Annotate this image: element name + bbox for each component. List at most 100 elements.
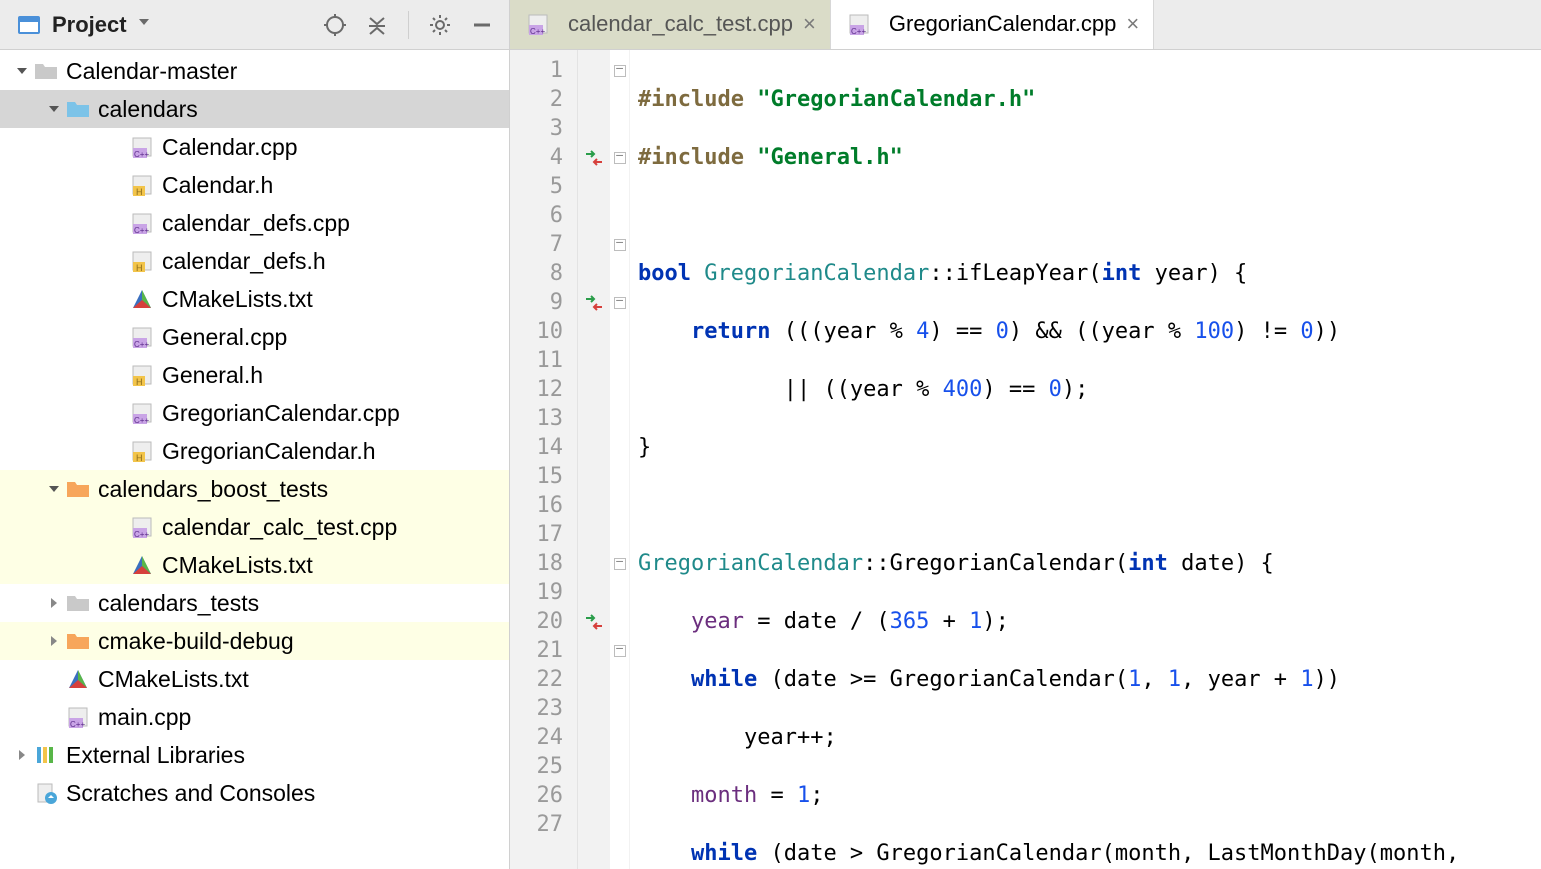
close-icon[interactable]: × (803, 11, 816, 37)
fold-marker[interactable] (610, 230, 629, 259)
line-number[interactable]: 15 (510, 462, 577, 491)
line-number[interactable]: 9 (510, 288, 577, 317)
tree-item-boost-tests[interactable]: calendars_boost_tests (0, 470, 509, 508)
tree-item-label: CMakeLists.txt (162, 546, 313, 584)
svg-text:C++: C++ (70, 720, 85, 728)
tree-item-file[interactable]: HGeneral.h (0, 356, 509, 394)
tab-calendar-calc-test[interactable]: C++ calendar_calc_test.cpp × (510, 0, 831, 49)
line-number[interactable]: 22 (510, 665, 577, 694)
vcs-gutter[interactable] (578, 50, 610, 869)
folder-icon (64, 475, 92, 503)
line-number[interactable]: 26 (510, 781, 577, 810)
tree-item-calendars[interactable]: calendars (0, 90, 509, 128)
tree-item-file[interactable]: HGregorianCalendar.h (0, 432, 509, 470)
line-number[interactable]: 21 (510, 636, 577, 665)
tree-item-label: calendar_defs.h (162, 242, 326, 280)
tree-item-file[interactable]: C++calendar_calc_test.cpp (0, 508, 509, 546)
line-number[interactable]: 11 (510, 346, 577, 375)
cmake-file-icon (64, 665, 92, 693)
line-number[interactable]: 5 (510, 172, 577, 201)
chevron-down-icon[interactable] (44, 482, 64, 496)
cpp-file-icon: C++ (128, 323, 156, 351)
tree-item-file[interactable]: C++GregorianCalendar.cpp (0, 394, 509, 432)
tree-item-label: calendars_tests (98, 584, 259, 622)
code-text[interactable]: #include "GregorianCalendar.h" #include … (630, 50, 1541, 869)
tree-item-file[interactable]: CMakeLists.txt (0, 660, 509, 698)
tree-item-file[interactable]: C++calendar_defs.cpp (0, 204, 509, 242)
cpp-file-icon: C++ (845, 10, 873, 38)
project-dropdown-icon[interactable] (137, 15, 151, 34)
line-number-gutter[interactable]: 1 2 3 4 5 6 7 8 9 10 11 12 13 14 15 16 1… (510, 50, 578, 869)
line-number[interactable]: 24 (510, 723, 577, 752)
collapse-all-icon[interactable] (360, 8, 394, 42)
fold-marker[interactable] (610, 549, 629, 578)
line-number[interactable]: 12 (510, 375, 577, 404)
line-number[interactable]: 18 (510, 549, 577, 578)
line-number[interactable]: 19 (510, 578, 577, 607)
tab-gregorian-calendar[interactable]: C++ GregorianCalendar.cpp × (831, 0, 1154, 49)
tree-item-external-libraries[interactable]: External Libraries (0, 736, 509, 774)
cpp-file-icon: C++ (524, 10, 552, 38)
cpp-file-icon: C++ (128, 513, 156, 541)
line-number[interactable]: 8 (510, 259, 577, 288)
chevron-right-icon[interactable] (44, 634, 64, 648)
line-number[interactable]: 25 (510, 752, 577, 781)
fold-marker[interactable] (610, 56, 629, 85)
tree-item-file[interactable]: HCalendar.h (0, 166, 509, 204)
fold-marker[interactable] (610, 288, 629, 317)
editor-tabs: C++ calendar_calc_test.cpp × C++ Gregori… (510, 0, 1541, 50)
tree-item-label: calendar_defs.cpp (162, 204, 350, 242)
tree-item-file[interactable]: C++ main.cpp (0, 698, 509, 736)
tree-item-label: cmake-build-debug (98, 622, 294, 660)
tree-item-file[interactable]: Hcalendar_defs.h (0, 242, 509, 280)
chevron-right-icon[interactable] (44, 596, 64, 610)
vcs-change-marker[interactable] (578, 607, 610, 636)
project-tree[interactable]: Calendar-master calendars C++Calendar.cp… (0, 50, 509, 869)
tree-item-file[interactable]: CMakeLists.txt (0, 546, 509, 584)
line-number[interactable]: 7 (510, 230, 577, 259)
fold-gutter[interactable] (610, 50, 630, 869)
tree-item-label: Calendar.h (162, 166, 273, 204)
fold-marker[interactable] (610, 636, 629, 665)
tree-item-cmake-build-debug[interactable]: cmake-build-debug (0, 622, 509, 660)
chevron-down-icon[interactable] (12, 64, 32, 78)
svg-text:H: H (136, 453, 143, 462)
target-icon[interactable] (318, 8, 352, 42)
line-number[interactable]: 17 (510, 520, 577, 549)
fold-marker[interactable] (610, 143, 629, 172)
line-number[interactable]: 6 (510, 201, 577, 230)
line-number[interactable]: 10 (510, 317, 577, 346)
line-number[interactable]: 2 (510, 85, 577, 114)
tree-item-scratches[interactable]: Scratches and Consoles (0, 774, 509, 812)
project-label[interactable]: Project (52, 12, 127, 38)
line-number[interactable]: 13 (510, 404, 577, 433)
line-number[interactable]: 16 (510, 491, 577, 520)
tree-item-root[interactable]: Calendar-master (0, 52, 509, 90)
svg-text:H: H (136, 263, 143, 272)
tree-item-file[interactable]: C++Calendar.cpp (0, 128, 509, 166)
tree-item-label: Calendar-master (66, 52, 237, 90)
line-number[interactable]: 27 (510, 810, 577, 839)
line-number[interactable]: 3 (510, 114, 577, 143)
close-icon[interactable]: × (1126, 11, 1139, 37)
line-number[interactable]: 14 (510, 433, 577, 462)
tree-item-label: calendar_calc_test.cpp (162, 508, 397, 546)
tree-item-file[interactable]: C++General.cpp (0, 318, 509, 356)
tree-item-calendars-tests[interactable]: calendars_tests (0, 584, 509, 622)
tree-item-file[interactable]: CMakeLists.txt (0, 280, 509, 318)
line-number[interactable]: 4 (510, 143, 577, 172)
gear-icon[interactable] (423, 8, 457, 42)
libraries-icon (32, 741, 60, 769)
vcs-change-marker[interactable] (578, 143, 610, 172)
separator (408, 11, 409, 39)
line-number[interactable]: 23 (510, 694, 577, 723)
hide-icon[interactable] (465, 8, 499, 42)
scratches-icon (32, 779, 60, 807)
tree-item-label: main.cpp (98, 698, 191, 736)
chevron-down-icon[interactable] (44, 102, 64, 116)
line-number[interactable]: 20 (510, 607, 577, 636)
code-editor[interactable]: 1 2 3 4 5 6 7 8 9 10 11 12 13 14 15 16 1… (510, 50, 1541, 869)
chevron-right-icon[interactable] (12, 748, 32, 762)
vcs-change-marker[interactable] (578, 288, 610, 317)
line-number[interactable]: 1 (510, 56, 577, 85)
